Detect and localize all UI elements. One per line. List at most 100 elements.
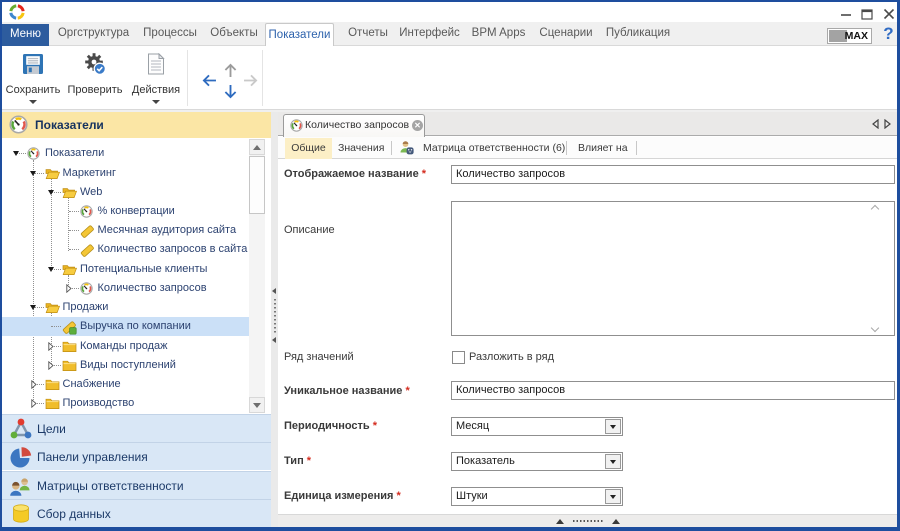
tree-item[interactable]: Web (2, 183, 250, 202)
ribbon-tab-publication[interactable]: Публикация (606, 22, 670, 45)
decompose-checkbox[interactable] (452, 351, 465, 364)
tree-item[interactable]: Снабжение (2, 375, 250, 394)
tree-connector (69, 211, 79, 212)
tree-item[interactable]: Количество запросов (2, 279, 250, 298)
periodicity-select[interactable]: Месяц (451, 417, 623, 436)
scroll-up-button[interactable] (249, 139, 265, 155)
subtab-influences[interactable]: Влияет на (578, 138, 628, 158)
tree-item[interactable]: Потенциальные клиенты (2, 260, 250, 279)
description-textarea[interactable] (451, 201, 895, 336)
ribbon-tab-bar: Меню Оргструктура Процессы Объекты Показ… (2, 22, 897, 46)
close-button[interactable] (881, 7, 897, 21)
tree-item[interactable]: Производство (2, 394, 250, 413)
tree-item[interactable]: Команды продаж (2, 337, 250, 356)
description-label: Описание (284, 224, 335, 236)
tree-expander-open-icon[interactable] (13, 151, 19, 156)
tree-item-label: Виды поступлений (80, 356, 176, 375)
tree-expander-closed-icon[interactable] (31, 380, 37, 389)
ribbon-tab-scenarios[interactable]: Сценарии (539, 22, 592, 45)
actions-dropdown-caret (152, 100, 160, 104)
check-button[interactable]: Проверить (65, 46, 125, 109)
subtab-values[interactable]: Значения (338, 138, 384, 158)
tree-item-label: Показатели (45, 144, 104, 163)
ribbon-tab-indicators[interactable]: Показатели (265, 23, 334, 46)
unique-name-label: Уникальное название * (284, 385, 410, 397)
tree-expander-open-icon[interactable] (48, 190, 54, 195)
tree-expander-closed-icon[interactable] (66, 284, 72, 293)
tree-item[interactable]: Маркетинг (2, 164, 250, 183)
dropdown-button[interactable] (605, 454, 621, 469)
splitter-handle[interactable] (274, 299, 276, 334)
save-icon (22, 53, 44, 75)
toolbar-separator (262, 50, 263, 106)
tree-expander-open-icon[interactable] (30, 171, 36, 176)
tree-item[interactable]: Виды поступлений (2, 356, 250, 375)
actions-button[interactable]: Действия (127, 46, 185, 109)
document-tab[interactable]: Количество запросов ✕ (283, 114, 425, 137)
ribbon-tab-objects[interactable]: Объекты (210, 22, 257, 45)
tree-expander-closed-icon[interactable] (48, 361, 54, 370)
max-toggle-label: MAX (845, 30, 868, 42)
ribbon-tab-orgstructure[interactable]: Оргструктура (58, 22, 129, 45)
tree-item[interactable]: % конвертации (2, 202, 250, 221)
scrollbar-thumb[interactable] (249, 156, 265, 214)
display-name-input[interactable]: Количество запросов (451, 165, 895, 184)
ribbon-tab-bpm-apps[interactable]: BPM Apps (472, 22, 526, 45)
sidebar-splitter[interactable] (271, 112, 278, 527)
document-tab-close-icon[interactable]: ✕ (412, 120, 423, 131)
help-icon[interactable]: ? (880, 22, 897, 46)
nav-up-icon[interactable] (224, 62, 237, 78)
tab-scroll-right-icon[interactable] (884, 119, 892, 129)
sidebar-section-label: Панели управления (37, 443, 148, 471)
tree-item[interactable]: Месячная аудитория сайта (2, 221, 250, 240)
scroll-down-icon (253, 403, 261, 408)
tree-connector (69, 249, 79, 250)
sidebar-section-matrices[interactable]: Матрицы ответственности (2, 471, 271, 499)
kpi-icon (9, 115, 28, 134)
folder-closed-icon (45, 397, 60, 414)
tree-expander-open-icon[interactable] (48, 267, 54, 272)
splitter-expand-icon[interactable] (612, 519, 620, 524)
save-button[interactable]: Сохранить (3, 46, 63, 109)
subtab-separator (391, 141, 392, 155)
tree-item[interactable]: Количество запросов в сайта (2, 240, 250, 259)
type-select[interactable]: Показатель (451, 452, 623, 471)
tree-item[interactable]: Продажи (2, 298, 250, 317)
ribbon-tab-processes[interactable]: Процессы (143, 22, 197, 45)
sidebar-section-dashboards[interactable]: Панели управления (2, 442, 271, 470)
minimize-button[interactable] (838, 7, 854, 21)
splitter-collapse-icon[interactable] (272, 288, 276, 294)
splitter-expand-icon[interactable] (556, 519, 564, 524)
periodicity-label: Периодичность * (284, 420, 377, 432)
window-border (0, 0, 2, 531)
subtab-responsibility-matrix[interactable]: Матрица ответственности (6) (423, 138, 565, 158)
tree-item[interactable]: Выручка по компании (2, 317, 250, 336)
splitter-collapse-icon[interactable] (272, 337, 276, 343)
maximize-button[interactable] (859, 7, 875, 21)
tab-scroll-left-icon[interactable] (871, 119, 879, 129)
max-toggle[interactable]: MAX (827, 28, 872, 44)
subtab-general[interactable]: Общие (285, 138, 332, 159)
tree-scrollbar[interactable] (249, 139, 265, 413)
menu-button[interactable]: Меню (2, 24, 49, 46)
subtab-bar: Общие Значения Матрица ответственности (… (278, 137, 897, 159)
nav-down-icon[interactable] (224, 84, 237, 100)
ribbon-tab-interface[interactable]: Интерфейс (399, 22, 460, 45)
unique-name-input[interactable]: Количество запросов (451, 381, 895, 400)
dropdown-button[interactable] (605, 419, 621, 434)
tree-expander-closed-icon[interactable] (31, 399, 37, 408)
sidebar-section-goals[interactable]: Цели (2, 414, 271, 442)
unit-select[interactable]: Штуки (451, 487, 623, 506)
dropdown-caret-icon (610, 425, 616, 429)
scroll-down-button[interactable] (249, 397, 265, 413)
splitter-handle[interactable] (573, 520, 603, 522)
bottom-splitter[interactable] (278, 514, 897, 527)
tree-item[interactable]: Показатели (2, 144, 250, 163)
tree-expander-open-icon[interactable] (30, 305, 36, 310)
sidebar-section-data-collection[interactable]: Сбор данных (2, 499, 271, 527)
ribbon-tab-reports[interactable]: Отчеты (348, 22, 388, 45)
nav-right-icon[interactable] (243, 74, 259, 87)
dropdown-button[interactable] (605, 489, 621, 504)
nav-left-icon[interactable] (201, 74, 217, 87)
tree-expander-closed-icon[interactable] (48, 342, 54, 351)
